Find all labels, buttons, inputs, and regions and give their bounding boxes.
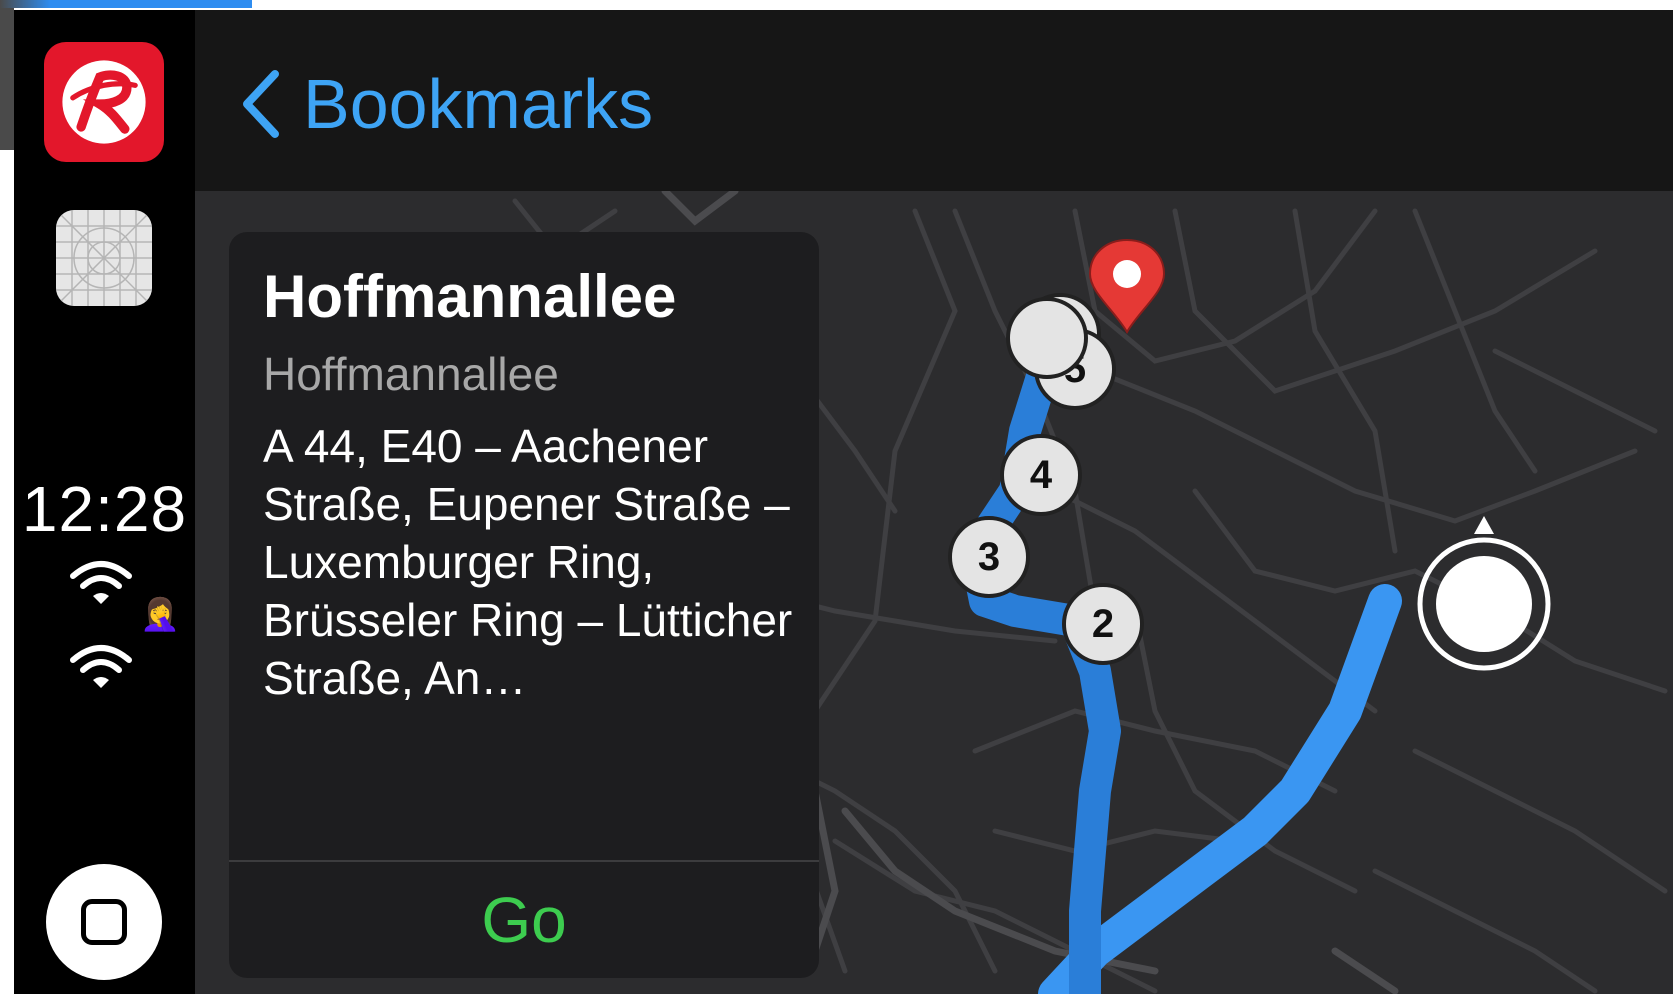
card-details: A 44, E40 – Aachener Straße, Eupener Str… [263, 420, 793, 704]
maps-app-icon[interactable] [56, 210, 152, 306]
home-button-icon [81, 899, 127, 945]
back-button[interactable]: Bookmarks [239, 54, 653, 154]
waypoint-number: 3 [977, 534, 1001, 579]
waypoint-marker[interactable]: 3 [948, 516, 1030, 598]
status-emoji: 🤦‍♀️ [140, 595, 180, 633]
waypoint-number: 4 [1029, 452, 1053, 497]
chevron-left-icon [243, 70, 279, 138]
card-subtitle: Hoffmannallee [263, 348, 559, 400]
wifi-icon [70, 561, 132, 604]
navigation-bar: Bookmarks [195, 10, 1673, 191]
carplay-screen: 12:28 🤦‍♀️ Bookmarks [14, 10, 1673, 994]
location-card: Hoffmannallee Hoffmannallee A 44, E40 – … [229, 232, 819, 978]
background-edge [0, 0, 14, 150]
card-title: Hoffmannallee [263, 263, 677, 330]
destination-pin-icon[interactable] [1084, 236, 1170, 336]
back-button-label: Bookmarks [303, 65, 654, 143]
current-location-icon [1417, 516, 1551, 671]
waypoint-marker[interactable] [1006, 297, 1088, 379]
wifi-icon [70, 645, 132, 688]
clock: 12:28 [21, 473, 188, 545]
go-button[interactable]: Go [229, 862, 819, 978]
waypoint-marker[interactable]: 2 [1062, 583, 1144, 665]
waypoint-marker[interactable]: 4 [1000, 434, 1082, 516]
home-button[interactable] [46, 864, 162, 980]
sidebar: 12:28 🤦‍♀️ [14, 10, 195, 994]
app-logo-icon[interactable] [44, 42, 164, 162]
background-edge-top [0, 0, 252, 8]
waypoint-number: 2 [1091, 601, 1115, 646]
